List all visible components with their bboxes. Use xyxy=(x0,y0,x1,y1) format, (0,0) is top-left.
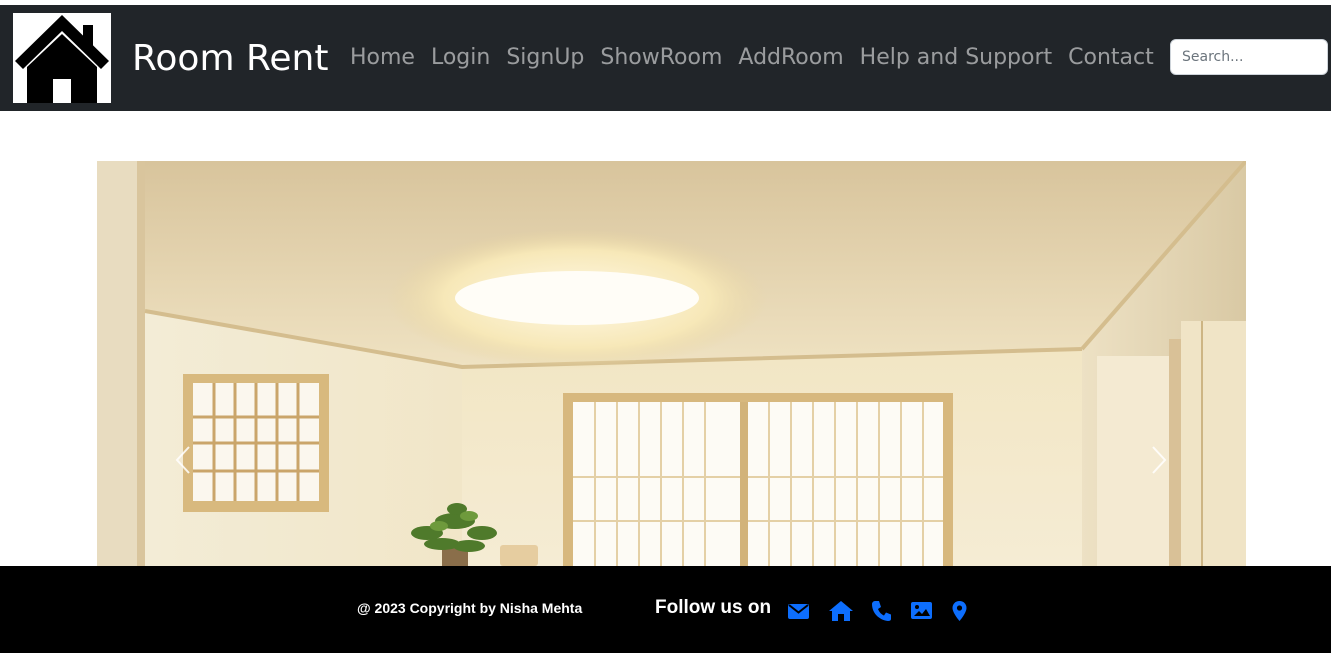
nav-login-link[interactable]: Login xyxy=(431,43,490,73)
house-icon[interactable] xyxy=(13,13,111,103)
copyright-text: @ 2023 Copyright by Nisha Mehta xyxy=(357,600,583,616)
nav-signup-link[interactable]: SignUp xyxy=(506,43,584,73)
location-pin-icon[interactable] xyxy=(951,600,968,626)
chevron-left-icon xyxy=(175,446,190,474)
room-carousel xyxy=(97,161,1246,566)
follow-us-label: Follow us on xyxy=(655,597,772,618)
image-icon[interactable] xyxy=(911,600,932,626)
carousel-next-button[interactable] xyxy=(1144,440,1174,480)
nav-addroom-link[interactable]: AddRoom xyxy=(738,43,843,73)
brand-title[interactable]: Room Rent xyxy=(132,37,328,81)
navbar: Room Rent Home Login SignUp ShowRoom Add… xyxy=(0,5,1331,111)
nav-showroom-link[interactable]: ShowRoom xyxy=(600,43,722,73)
chevron-right-icon xyxy=(1152,446,1167,474)
nav-contact-link[interactable]: Contact xyxy=(1068,43,1154,73)
search-input[interactable] xyxy=(1170,39,1328,75)
nav-home-link[interactable]: Home xyxy=(350,43,415,73)
phone-icon[interactable] xyxy=(871,600,892,626)
carousel-prev-button[interactable] xyxy=(168,440,198,480)
envelope-icon[interactable] xyxy=(788,600,809,626)
home-icon[interactable] xyxy=(829,600,853,626)
room-interior-image xyxy=(97,161,1246,566)
nav-help-support-link[interactable]: Help and Support xyxy=(860,43,1053,73)
main-nav: Home Login SignUp ShowRoom AddRoom Help … xyxy=(342,43,1170,73)
